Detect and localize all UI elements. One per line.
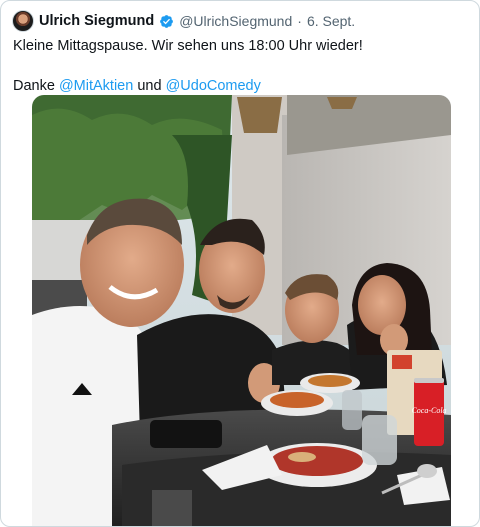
- author-avatar[interactable]: [12, 10, 34, 32]
- tweet-text-line-1: Kleine Mittagspause. Wir sehen uns 18:00…: [13, 38, 363, 54]
- text-prefix: Danke: [13, 78, 59, 94]
- tweet-text-line-3: Danke @MitAktien und @UdoComedy: [13, 76, 473, 96]
- author-handle[interactable]: @UlrichSiegmund: [179, 13, 292, 29]
- tweet-header: Ulrich Siegmund @UlrichSiegmund · 6. Sep…: [12, 10, 355, 32]
- mention-mitaktien[interactable]: @MitAktien: [59, 78, 133, 94]
- can-label: Coca-Cola: [411, 406, 446, 415]
- text-middle: und: [133, 78, 166, 94]
- verified-badge-icon: [160, 14, 174, 28]
- tweet-card[interactable]: Ulrich Siegmund @UlrichSiegmund · 6. Sep…: [0, 0, 480, 527]
- restaurant-selfie-photo: Coca-Cola: [32, 95, 451, 526]
- tweet-photo[interactable]: Coca-Cola: [32, 95, 451, 526]
- author-name[interactable]: Ulrich Siegmund: [39, 13, 154, 29]
- header-separator: ·: [297, 13, 302, 29]
- tweet-text: Kleine Mittagspause. Wir sehen uns 18:00…: [13, 36, 473, 96]
- mention-udocomedy[interactable]: @UdoComedy: [166, 78, 261, 94]
- tweet-date[interactable]: 6. Sept.: [307, 13, 355, 29]
